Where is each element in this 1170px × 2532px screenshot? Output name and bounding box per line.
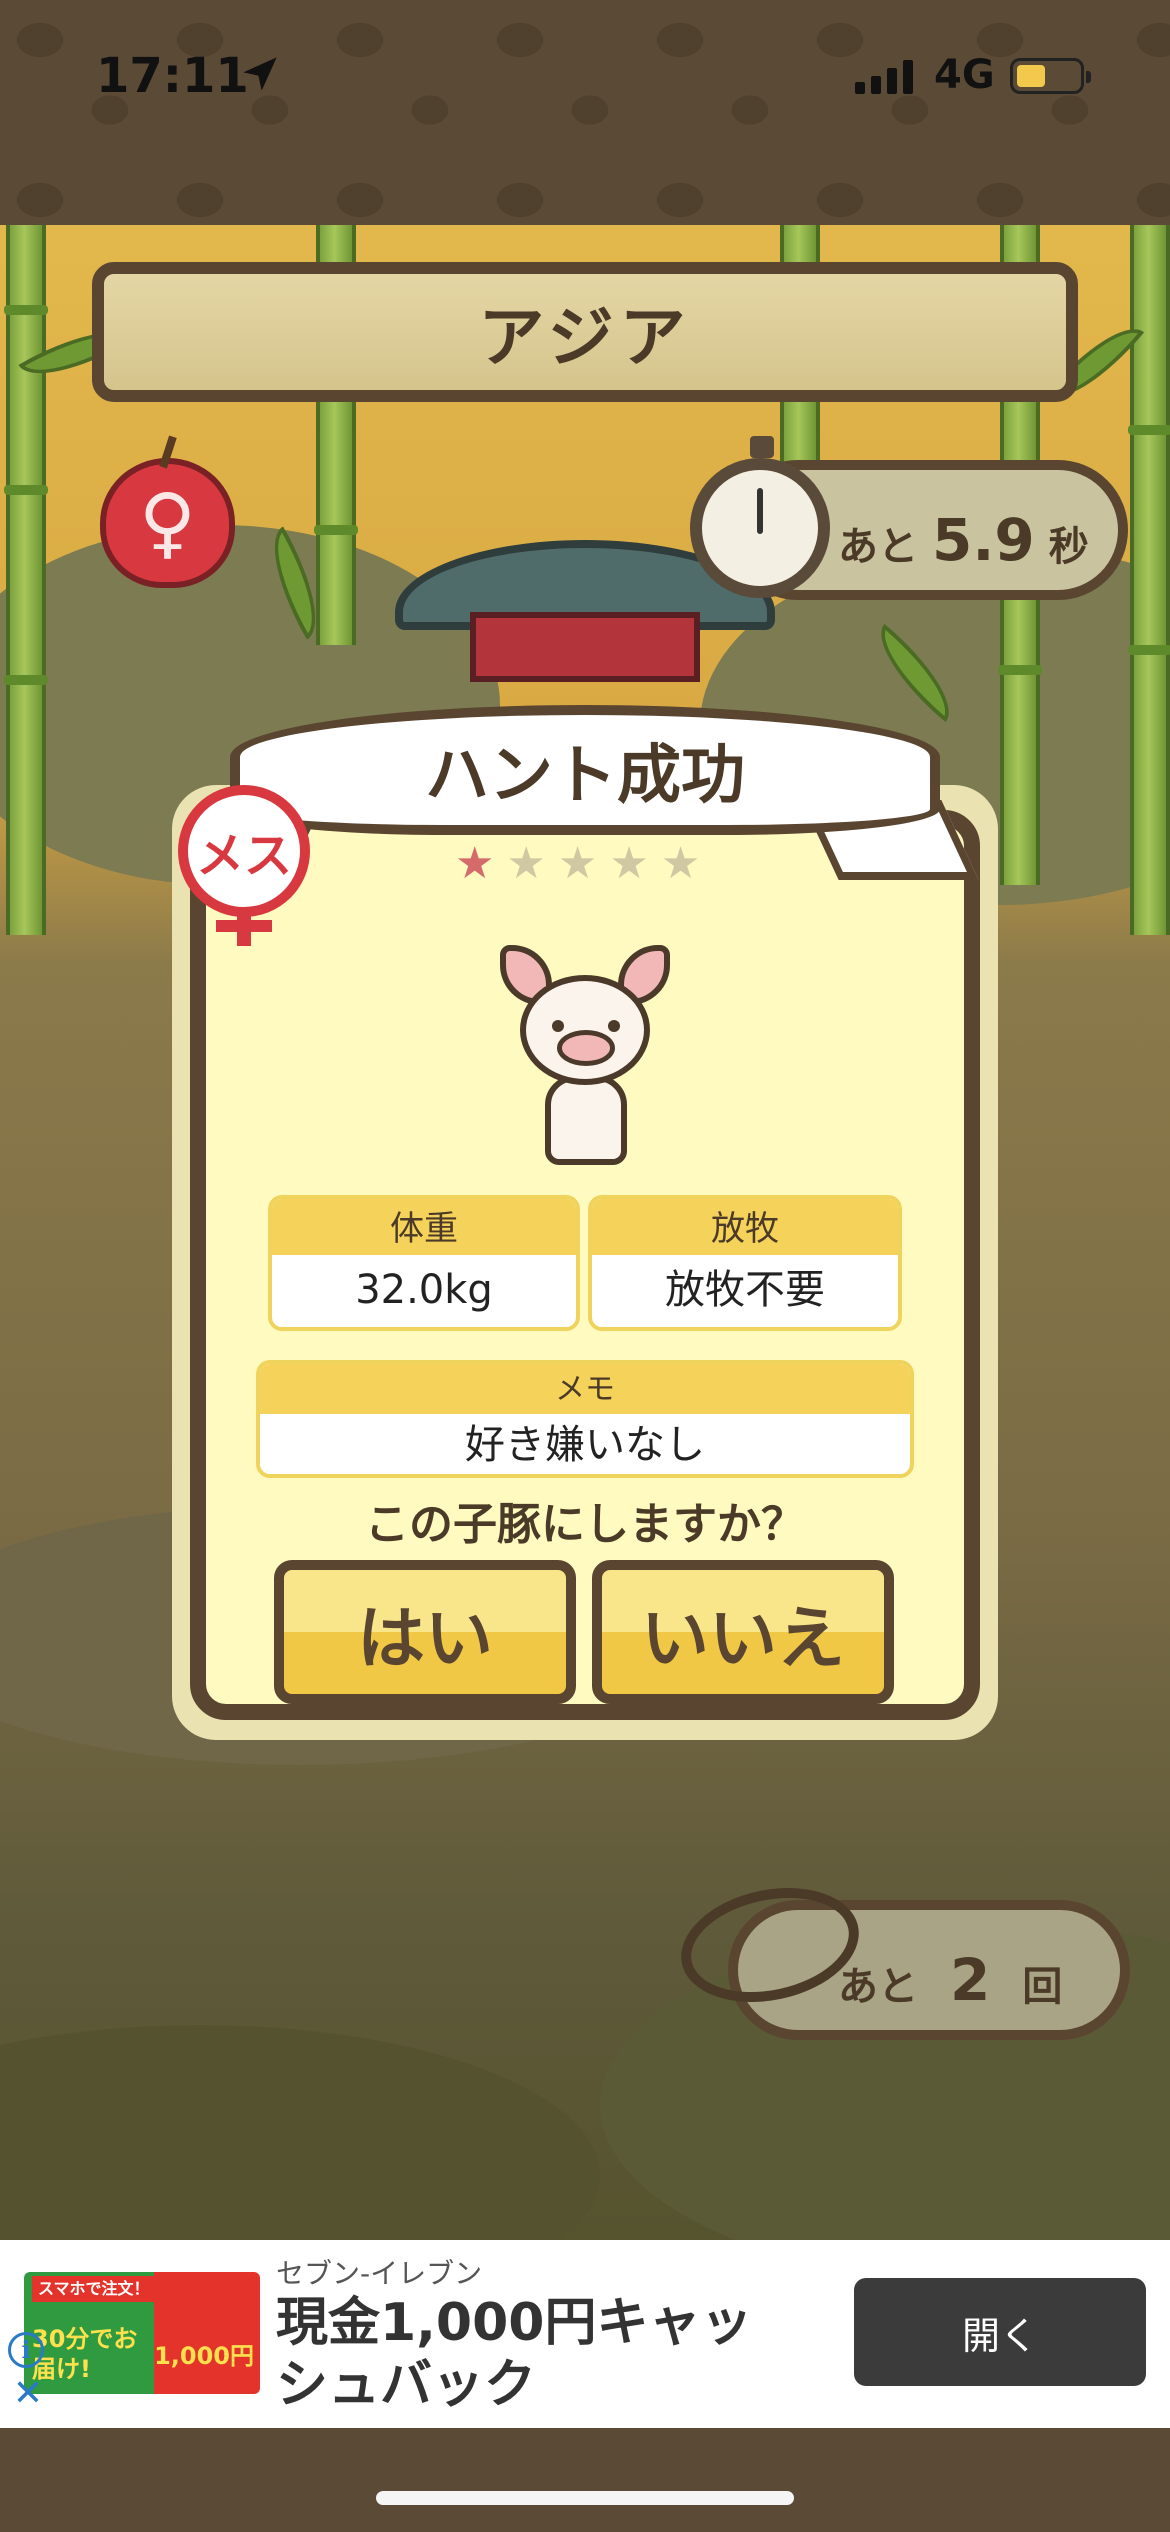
- star-filled-icon: ★: [455, 838, 495, 889]
- tries-prefix: あと: [838, 1964, 918, 2010]
- location-arrow-icon: [243, 57, 277, 91]
- status-bar: 17:11 4G: [0, 0, 1170, 225]
- star-empty-icon: ★: [506, 838, 546, 889]
- ground-patch: [0, 2025, 600, 2240]
- star-empty-icon: ★: [660, 838, 701, 889]
- no-button-label: いいえ: [640, 1599, 845, 1679]
- weight-box: 体重 32.0kg: [268, 1195, 580, 1331]
- grazing-value: 放牧不要: [665, 1267, 825, 1313]
- ad-image-amount: 1,000円: [154, 2342, 254, 2370]
- female-badge-icon: メス: [178, 785, 310, 917]
- female-apple-icon: ♀: [100, 435, 235, 588]
- timer-value: 5.9: [932, 506, 1035, 574]
- status-time: 17:11: [96, 48, 249, 104]
- grazing-label: 放牧: [592, 1199, 898, 1255]
- confirm-question: この子豚にしますか？: [365, 1499, 805, 1550]
- pagoda-wall: [470, 612, 700, 682]
- rarity-stars: ★ ★ ★ ★ ★: [455, 838, 700, 889]
- result-title: ハント成功: [425, 739, 745, 813]
- pig-snout: [557, 1030, 615, 1066]
- weight-value: 32.0kg: [355, 1267, 493, 1313]
- ad-info-icon[interactable]: i: [8, 2332, 44, 2368]
- ad-headline[interactable]: 現金1,000円キャッシュバック: [276, 2292, 796, 2416]
- remaining-tries-label: あと 2 回: [838, 1946, 1062, 2014]
- yes-button[interactable]: はい: [274, 1560, 576, 1704]
- home-indicator[interactable]: [376, 2491, 794, 2505]
- memo-label: メモ: [260, 1364, 910, 1414]
- female-symbol: ♀: [138, 478, 197, 568]
- pig-eye-left: [552, 1020, 564, 1032]
- female-badge-bar: [216, 920, 272, 932]
- stopwatch-icon: [690, 436, 830, 598]
- ad-close-icon[interactable]: ✕: [10, 2376, 46, 2412]
- tries-value: 2: [950, 1946, 991, 2014]
- ad-brand: セブン-イレブン: [276, 2257, 483, 2290]
- battery-icon: [1010, 58, 1091, 94]
- gender-badge-label: メス: [195, 828, 292, 884]
- region-title-plank: アジア: [92, 262, 1078, 402]
- ad-open-button[interactable]: 開く: [854, 2278, 1146, 2386]
- bottom-bar: [0, 2428, 1170, 2532]
- timer-unit: 秒: [1048, 524, 1089, 570]
- memo-value: 好き嫌いなし: [465, 1422, 705, 1468]
- star-empty-icon: ★: [609, 838, 649, 889]
- memo-box: メモ 好き嫌いなし: [256, 1360, 914, 1478]
- tries-unit: 回: [1022, 1964, 1063, 2010]
- timer-label: あと 5.9 秒: [838, 506, 1089, 574]
- yes-button-label: はい: [356, 1599, 493, 1679]
- no-button[interactable]: いいえ: [592, 1560, 894, 1704]
- ad-image[interactable]: スマホで注文！ 30分でお届け! 1,000円: [24, 2272, 260, 2394]
- bean-pattern: [0, 0, 1170, 225]
- star-empty-icon: ★: [557, 838, 598, 889]
- ad-image-delivery: 30分でお届け!: [32, 2325, 138, 2383]
- pig-body: [545, 1075, 627, 1165]
- grazing-box: 放牧 放牧不要: [588, 1195, 902, 1331]
- ad-image-caption: スマホで注文！: [32, 2276, 160, 2302]
- bamboo-stalk: [4, 225, 48, 935]
- region-title: アジア: [478, 299, 692, 376]
- network-type: 4G: [934, 52, 995, 98]
- pig-eye-right: [608, 1020, 620, 1032]
- ad-banner[interactable]: スマホで注文！ 30分でお届け! 1,000円 i ✕ セブン-イレブン 現金1…: [0, 2240, 1170, 2428]
- weight-label: 体重: [272, 1199, 576, 1255]
- signal-icon: [855, 58, 913, 94]
- timer-prefix: あと: [838, 524, 918, 570]
- result-ribbon: ハント成功: [230, 705, 940, 835]
